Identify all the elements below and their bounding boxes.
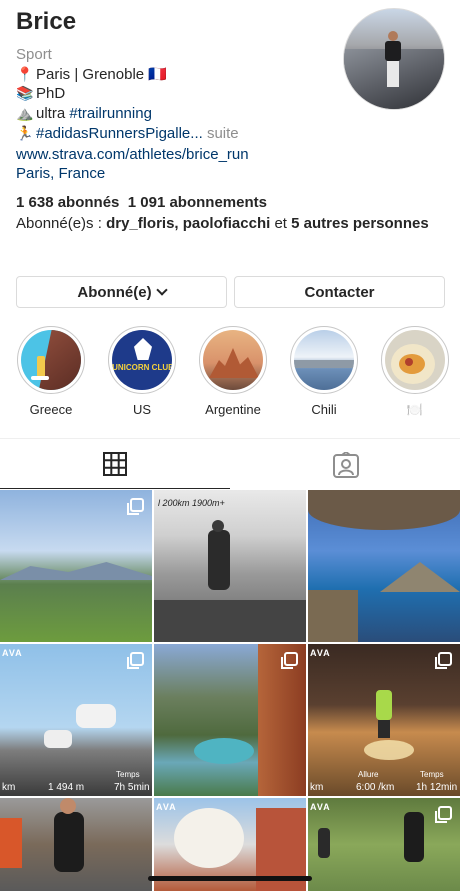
highlight-label: Chili (311, 402, 337, 417)
hashtag-link[interactable]: #trailrunning (69, 105, 152, 122)
post-thumbnail[interactable]: AVA km 1 494 m Temps 7h 5min (0, 644, 152, 796)
highlight-ring: UNICORN CLUB (108, 326, 176, 394)
highlight-us[interactable]: UNICORN CLUB US (106, 326, 178, 417)
profile-tabs (0, 438, 460, 489)
highlight-label: US (132, 402, 152, 417)
strava-elevation: 1 494 m (48, 782, 85, 793)
highlight-thumbnail (203, 330, 263, 390)
highlight-food[interactable]: 🍽️ (379, 326, 451, 418)
following-count: 1 091 (127, 194, 166, 211)
highlight-label: 🍽️ (406, 402, 424, 417)
bio-more-link[interactable]: suite (203, 125, 239, 142)
following-button[interactable]: Abonné(e) (16, 276, 227, 308)
highlight-thumbnail (294, 330, 354, 390)
highlight-ring (290, 326, 358, 394)
highlight-ring (199, 326, 267, 394)
bio-text: ultra (36, 105, 70, 122)
following-button-label: Abonné(e) (77, 283, 152, 301)
profile-header: Brice Sport 📍 Paris | Grenoble 🇫🇷 📚 PhD ⛰️… (0, 0, 460, 270)
website-link[interactable]: www.strava.com/athletes/brice_run (16, 146, 249, 163)
strava-time-label: Temps (116, 770, 140, 779)
mountain-icon: ⛰️ (16, 105, 34, 121)
strava-pace: 6:00 /km (356, 782, 395, 793)
post-caption-overlay: l 200km 1900m+ (158, 498, 225, 508)
multiple-photos-icon (127, 652, 144, 669)
post-thumbnail[interactable] (308, 490, 460, 642)
location-link[interactable]: Paris, France (16, 165, 105, 182)
highlight-label: Greece (29, 402, 73, 417)
pin-icon: 📍 (16, 66, 34, 82)
highlight-ring (381, 326, 449, 394)
profile-category: Sport (16, 46, 52, 63)
hashtag-link[interactable]: #adidasRunnersPigalle... (36, 125, 203, 142)
followers-label: abonnés (57, 194, 120, 211)
strava-time-label: Temps (420, 770, 444, 779)
avatar[interactable] (343, 8, 445, 110)
strava-time: 7h 5min (114, 782, 150, 793)
tab-grid[interactable] (0, 439, 230, 489)
following-label: abonnements (169, 194, 267, 211)
bio-text: PhD (36, 85, 66, 102)
tagged-person-icon (333, 451, 359, 478)
home-indicator[interactable] (148, 876, 312, 881)
followed-by-prefix: Abonné(e)s : (16, 215, 107, 232)
strava-time: 1h 12min (416, 782, 458, 793)
highlight-thumbnail: UNICORN CLUB (112, 330, 172, 390)
contact-button[interactable]: Contacter (234, 276, 445, 308)
post-thumbnail[interactable] (154, 644, 306, 796)
post-thumbnail[interactable] (0, 798, 152, 891)
highlight-ring (17, 326, 85, 394)
followed-by-others: 5 autres personnes (291, 215, 429, 232)
strava-label: AVA (156, 802, 177, 812)
multiple-photos-icon (281, 652, 298, 669)
strava-km: km (310, 782, 324, 793)
strava-label: AVA (2, 648, 23, 658)
avatar-person (384, 31, 402, 89)
post-thumbnail[interactable] (0, 490, 152, 642)
strava-label: AVA (310, 648, 331, 658)
multiple-photos-icon (127, 498, 144, 515)
profile-username: Brice (16, 8, 77, 35)
highlight-thumbnail (21, 330, 81, 390)
highlight-label: Argentine (205, 402, 261, 417)
bio-line-club: 🏃 #adidasRunnersPigalle... suite (16, 125, 239, 142)
chevron-down-icon (155, 284, 168, 296)
bio-line-trail: ⛰️ ultra #trailrunning (16, 105, 152, 122)
strava-pace-label: Allure (358, 770, 379, 779)
runner-icon: 🏃 (16, 125, 34, 141)
followed-by-names: dry_floris, paolofiacchi (106, 215, 271, 232)
story-highlights: Greece UNICORN CLUB US Argentine Chili 🍽… (0, 326, 460, 426)
following-stat[interactable]: 1 091 abonnements (128, 194, 267, 211)
multiple-photos-icon (435, 652, 452, 669)
highlight-chili[interactable]: Chili (288, 326, 360, 417)
bio-line-education: 📚 PhD (16, 85, 65, 102)
highlight-thumbnail (385, 330, 445, 390)
grid-icon (103, 451, 127, 476)
contact-button-label: Contacter (304, 283, 375, 301)
highlight-argentine[interactable]: Argentine (197, 326, 269, 417)
post-grid: l 200km 1900m+ AVA km 1 494 m Temps 7h 5… (0, 490, 460, 891)
books-icon: 📚 (16, 85, 34, 101)
post-thumbnail[interactable]: AVA (308, 798, 460, 891)
tab-tagged[interactable] (230, 439, 460, 488)
profile-stats: 1 638 abonnés 1 091 abonnements (16, 194, 267, 211)
highlight-greece[interactable]: Greece (15, 326, 87, 417)
bio-line-location: 📍 Paris | Grenoble 🇫🇷 (16, 65, 167, 83)
post-thumbnail[interactable]: l 200km 1900m+ (154, 490, 306, 642)
strava-km: km (2, 782, 16, 793)
strava-label: AVA (310, 802, 331, 812)
followers-stat[interactable]: 1 638 abonnés (16, 194, 119, 211)
unicorn-club-text: UNICORN CLUB (112, 363, 172, 372)
bio-text: Paris | Grenoble 🇫🇷 (36, 66, 167, 83)
multiple-photos-icon (435, 806, 452, 823)
followers-count: 1 638 (16, 194, 54, 211)
followed-by[interactable]: Abonné(e)s : dry_floris, paolofiacchi et… (16, 214, 436, 234)
post-thumbnail[interactable]: AVA km Allure 6:00 /km Temps 1h 12min (308, 644, 460, 796)
followed-by-and: et (270, 215, 292, 232)
